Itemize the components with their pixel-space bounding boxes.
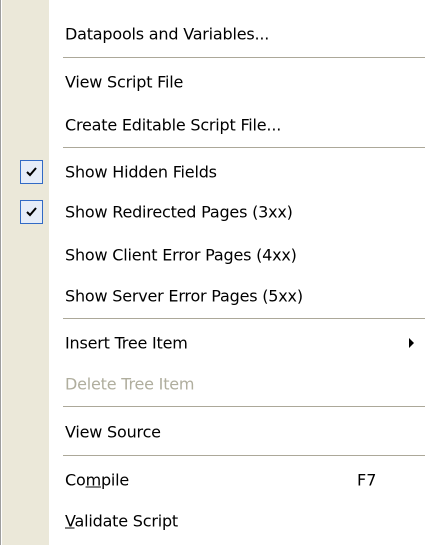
menu-item-view-script-file[interactable]: View Script File xyxy=(2,66,425,98)
menu-item-label: Datapools and Variables... xyxy=(65,24,270,44)
menu-separator xyxy=(63,147,425,149)
menu-item-show-redirected-pages[interactable]: Show Redirected Pages (3xx) xyxy=(2,196,425,228)
menu-separator xyxy=(63,318,425,320)
menu-item-label: Show Client Error Pages (4xx) xyxy=(65,245,297,265)
menu-separator xyxy=(63,406,425,408)
menu-item-show-client-error-pages[interactable]: Show Client Error Pages (4xx) xyxy=(2,239,425,271)
menu-item-show-server-error-pages[interactable]: Show Server Error Pages (5xx) xyxy=(2,280,425,312)
menu-item-label: Delete Tree Item xyxy=(65,374,195,394)
checkmark-icon xyxy=(20,160,43,184)
menu-item-create-editable-script-file[interactable]: Create Editable Script File... xyxy=(2,109,425,141)
submenu-arrow-icon xyxy=(409,338,414,348)
menu-item-label: Create Editable Script File... xyxy=(65,115,282,135)
menu-item-validate-script[interactable]: Validate Script xyxy=(2,505,425,537)
menu-separator xyxy=(63,455,425,457)
menu-item-show-hidden-fields[interactable]: Show Hidden Fields xyxy=(2,156,425,188)
menu-item-label: Show Server Error Pages (5xx) xyxy=(65,286,303,306)
menu-item-label: Insert Tree Item xyxy=(65,333,188,353)
menu-separator xyxy=(63,57,425,59)
menu-item-label: Show Redirected Pages (3xx) xyxy=(65,202,293,222)
menu-item-label: View Script File xyxy=(65,72,184,92)
menu-item-delete-tree-item: Delete Tree Item xyxy=(2,368,425,400)
checkmark-icon xyxy=(20,200,43,224)
menu-item-label: Compile xyxy=(65,470,130,490)
mnemonic: V xyxy=(65,511,75,531)
menu-item-insert-tree-item[interactable]: Insert Tree Item xyxy=(2,327,425,359)
menu-item-label: Validate Script xyxy=(65,511,178,531)
menu-item-shortcut: F7 xyxy=(357,470,377,490)
menu-item-label: Show Hidden Fields xyxy=(65,162,217,182)
menu-item-compile[interactable]: Compile F7 xyxy=(2,464,425,496)
menu-item-label: View Source xyxy=(65,422,161,442)
menu-item-view-source[interactable]: View Source xyxy=(2,416,425,448)
mnemonic: m xyxy=(85,470,102,490)
context-menu: Datapools and Variables... View Script F… xyxy=(0,0,426,545)
menu-item-datapools-and-variables[interactable]: Datapools and Variables... xyxy=(2,18,425,50)
